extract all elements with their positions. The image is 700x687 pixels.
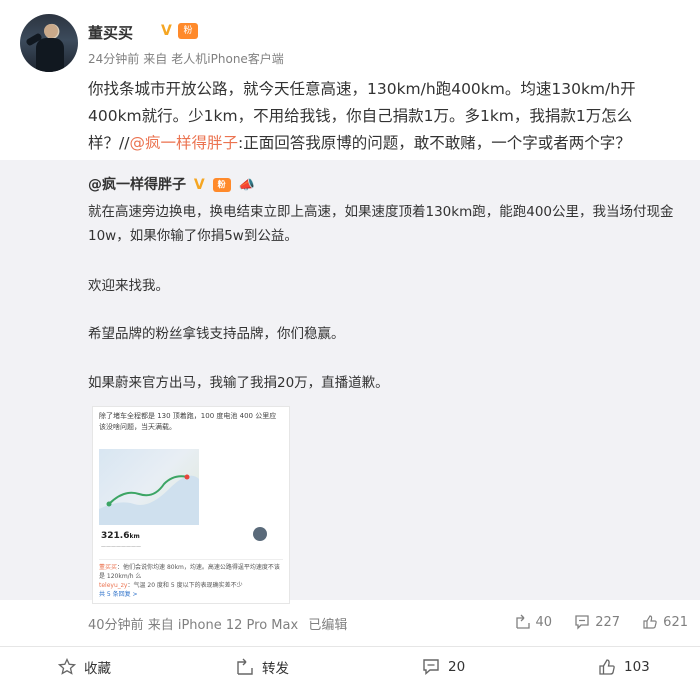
source-prefix: 来自 — [147, 618, 174, 633]
repost-label: 转发 — [262, 661, 289, 677]
post-header: 董买买 V 粉 24分钟前 来自 老人机iPhone客户端 — [20, 14, 680, 76]
retweet-author-line: @疯一样得胖子 V 粉 📣 — [88, 174, 255, 194]
comment-name: 董买买 — [99, 564, 118, 571]
share-icon — [237, 658, 253, 675]
retweet-paragraph: 希望品牌的粉丝拿钱支持品牌，你们稳赢。 — [88, 326, 345, 342]
fan-badge-icon: 粉 — [212, 178, 231, 192]
verified-v-icon: V — [161, 23, 172, 39]
comment-text: 他们会说你均速 80km，均速。高速公路得逞平均速度不该是 120km/h 么 — [99, 564, 280, 580]
retweet-paragraph: 就在高速旁边换电，换电结束立即上高速，如果速度顶着130km跑，能跑400公里，… — [88, 204, 674, 244]
action-bar: 收藏 转发 20 103 — [0, 646, 700, 687]
retweet-source: iPhone 12 Pro Max — [177, 618, 299, 633]
comment-icon — [423, 659, 439, 676]
more-replies-link: 共 5 条回复 > — [99, 591, 138, 598]
retweet-author[interactable]: @疯一样得胖子 — [88, 177, 186, 193]
image-avatar — [253, 527, 267, 541]
comment-name: teleyu_zy — [99, 582, 128, 589]
post-source: 老人机iPhone客户端 — [171, 52, 284, 66]
favorite-label: 收藏 — [84, 661, 111, 677]
retweet-repost-button[interactable]: 40 — [515, 614, 553, 630]
retweet-stats: 40 227 621 — [497, 614, 688, 634]
like-count: 621 — [663, 614, 688, 630]
retweet-source-line: 40分钟前 来自 iPhone 12 Pro Max 已编辑 — [88, 614, 347, 633]
post-time[interactable]: 24分钟前 — [88, 52, 139, 66]
post-text-tail: :正面回答我原博的问题，敢不敢赌，一个字或者两个字？ — [237, 134, 631, 152]
author-name[interactable]: 董买买 — [88, 22, 133, 43]
comment-count: 227 — [595, 614, 621, 630]
distance-value: 321.6km — [101, 531, 140, 541]
retweet-comment-button[interactable]: 227 — [574, 614, 620, 630]
comment-icon — [575, 615, 589, 630]
retweet-footer: 40分钟前 来自 iPhone 12 Pro Max 已编辑 40 227 62… — [88, 614, 688, 634]
thumb-up-icon — [643, 615, 657, 629]
image-caption: 除了堵车全程都是 130 顶着跑，100 度电池 400 公里应该没啥问题，当天… — [99, 412, 277, 431]
like-button[interactable]: 103 — [598, 657, 650, 677]
share-icon — [515, 614, 530, 629]
author-avatar[interactable] — [20, 14, 78, 72]
megaphone-icon: 📣 — [238, 177, 255, 193]
source-prefix: 来自 — [143, 52, 168, 66]
distance-sub: ———————— — [101, 544, 141, 550]
retweet-box: @疯一样得胖子 V 粉 📣 就在高速旁边换电，换电结束立即上高速，如果速度顶着1… — [0, 160, 700, 633]
star-icon — [58, 658, 76, 675]
fan-badge-icon: 粉 — [178, 23, 198, 39]
retweet-paragraph: 如果蔚来官方出马，我输了我捐20万，直播道歉。 — [88, 375, 389, 391]
edited-label[interactable]: 已编辑 — [308, 618, 347, 633]
repost-count: 40 — [535, 614, 553, 630]
retweet-paragraph: 欢迎来找我。 — [88, 278, 169, 294]
route-map — [99, 449, 199, 525]
comment-count: 20 — [448, 659, 466, 675]
repost-button[interactable]: 转发 — [236, 657, 289, 677]
retweet-like-button[interactable]: 621 — [642, 614, 688, 630]
thumb-up-icon — [599, 659, 615, 675]
post-meta: 24分钟前 来自 老人机iPhone客户端 — [88, 50, 284, 67]
mention-link[interactable]: @疯一样得胖子 — [129, 134, 238, 152]
retweet-image[interactable]: 除了堵车全程都是 130 顶着跑，100 度电池 400 公里应该没啥问题，当天… — [92, 406, 290, 604]
image-comments: 董买买：他们会说你均速 80km，均速。高速公路得逞平均速度不该是 120km/… — [99, 559, 283, 599]
comment-button[interactable]: 20 — [422, 657, 465, 677]
retweet-time[interactable]: 40分钟前 — [88, 618, 144, 633]
comment-text: 气温 20 度和 5 度以下的表现确实差不少 — [133, 582, 243, 589]
verified-v-icon: V — [193, 177, 205, 193]
favorite-button[interactable]: 收藏 — [58, 657, 111, 677]
like-count: 103 — [624, 659, 650, 675]
post-text: 你找条城市开放公路，就今天任意高速，130km/h跑400km。均速130km/… — [88, 76, 678, 157]
